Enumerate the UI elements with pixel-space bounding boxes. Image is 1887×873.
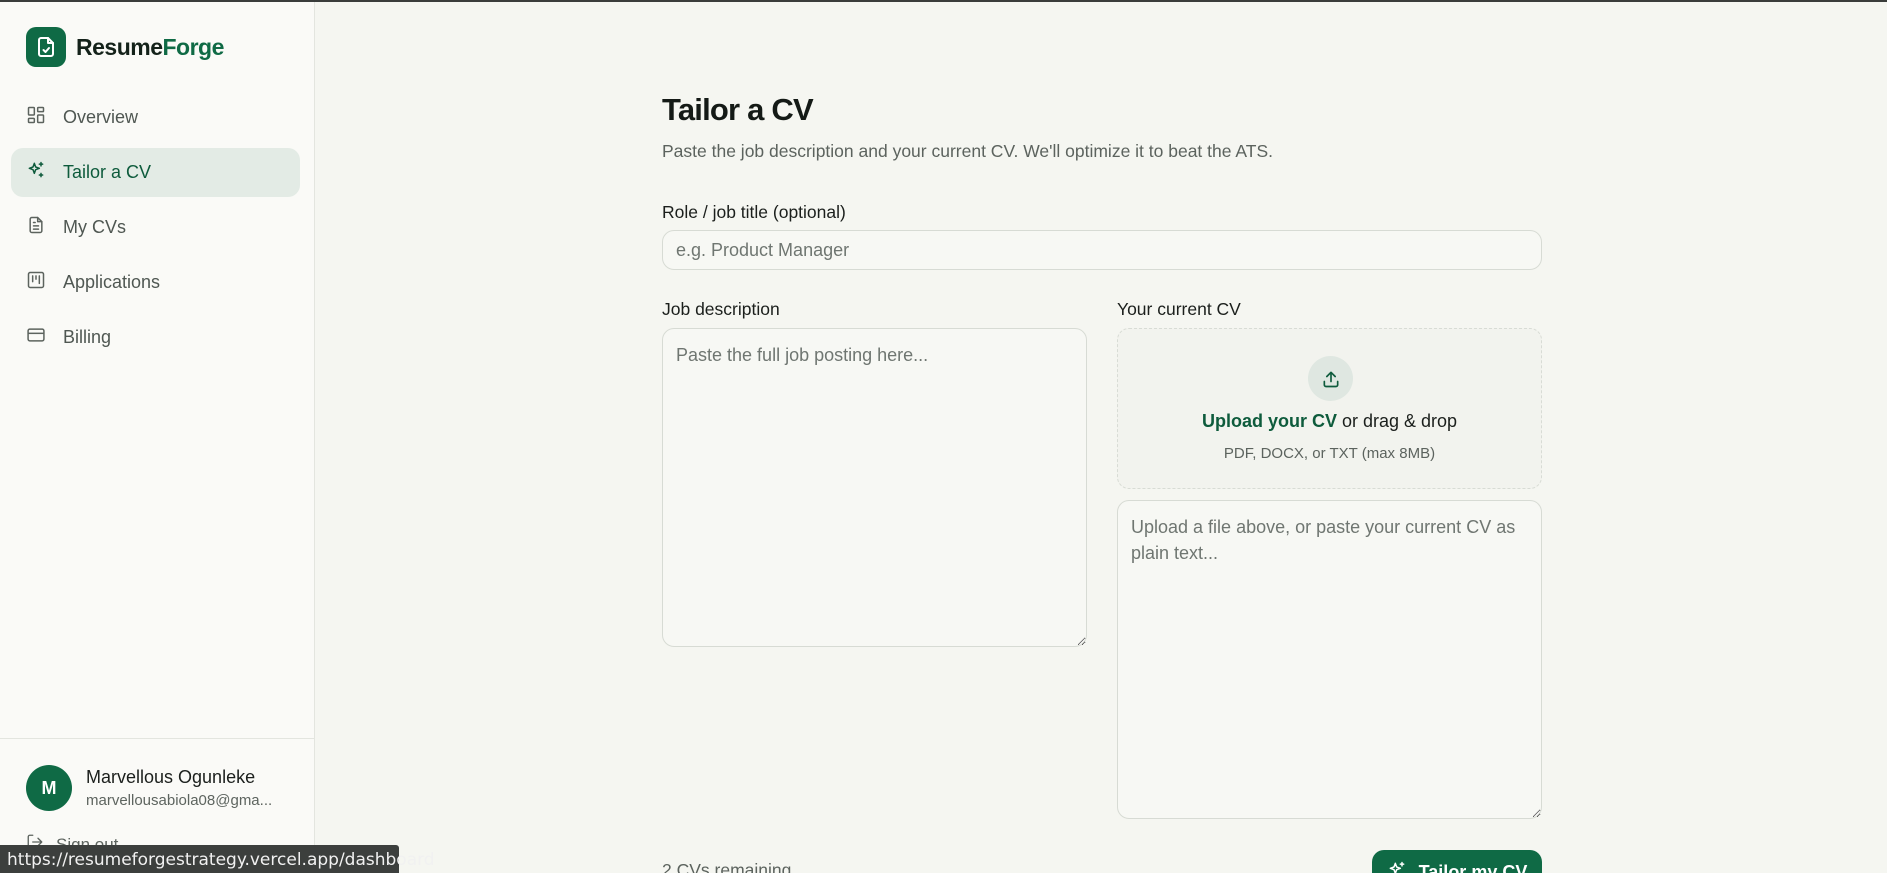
brand[interactable]: ResumeForge [26,27,224,67]
page-subtitle: Paste the job description and your curre… [662,141,1273,161]
cv-upload-dropzone[interactable]: Upload your CV or drag & drop PDF, DOCX,… [1117,328,1542,489]
sparkles-icon [1387,860,1407,873]
app-window: ResumeForge Overview Tailor a CV My CVs … [0,0,1887,873]
sidebar-item-label: My CVs [63,217,126,237]
sparkles-icon [26,160,46,185]
sidebar-item-label: Billing [63,327,112,347]
grid-icon [26,105,46,130]
user-email: marvellousabiola08@gma... [86,792,273,809]
page-title: Tailor a CV [662,92,814,127]
sidebar-item-label: Tailor a CV [63,162,152,182]
sidebar-item-tailor-a-cv[interactable]: Tailor a CV [11,148,300,197]
role-label: Role / job title (optional) [662,202,846,222]
tailor-my-cv-button[interactable]: Tailor my CV [1372,850,1542,873]
sidebar-item-billing[interactable]: Billing [11,313,300,362]
credit-card-icon [26,325,46,350]
sidebar-divider [0,738,315,739]
sidebar-item-my-cvs[interactable]: My CVs [11,203,300,252]
kanban-icon [26,270,46,295]
sidebar-item-label: Applications [63,272,161,292]
upload-cv-link[interactable]: Upload your CV [1202,411,1337,431]
sidebar-item-applications[interactable]: Applications [11,258,300,307]
avatar: M [26,765,72,811]
cv-text-field[interactable] [1117,500,1542,819]
sidebar-item-label: Overview [63,107,139,127]
upload-instruction: Upload your CV or drag & drop [1118,411,1541,432]
upload-file-hint: PDF, DOCX, or TXT (max 8MB) [1223,445,1436,462]
job-description-label: Job description [662,299,780,319]
brand-name-part1: Resume [76,33,163,60]
role-input[interactable] [662,230,1542,270]
tailor-button-label: Tailor my CV [1418,861,1528,873]
upload-instruction-rest: or drag & drop [1336,411,1458,431]
brand-name: ResumeForge [76,34,224,61]
user-profile[interactable]: M Marvellous Ogunleke marvellousabiola08… [26,765,272,811]
status-bar-url: https://resumeforgestrategy.vercel.app/d… [0,845,435,873]
upload-icon [1308,356,1353,401]
sidebar-nav: Overview Tailor a CV My CVs Applications… [11,93,300,368]
sidebar-item-overview[interactable]: Overview [11,93,300,142]
user-info: Marvellous Ogunleke marvellousabiola08@g… [86,767,272,809]
resume-logo-icon [26,27,66,67]
sidebar: ResumeForge Overview Tailor a CV My CVs … [0,2,315,873]
job-description-field[interactable] [662,328,1087,647]
cvs-remaining: 2 CVs remaining [662,860,792,873]
document-icon [26,215,46,240]
brand-name-part2: Forge [162,33,224,60]
current-cv-label: Your current CV [1117,299,1241,319]
user-name: Marvellous Ogunleke [86,767,256,787]
